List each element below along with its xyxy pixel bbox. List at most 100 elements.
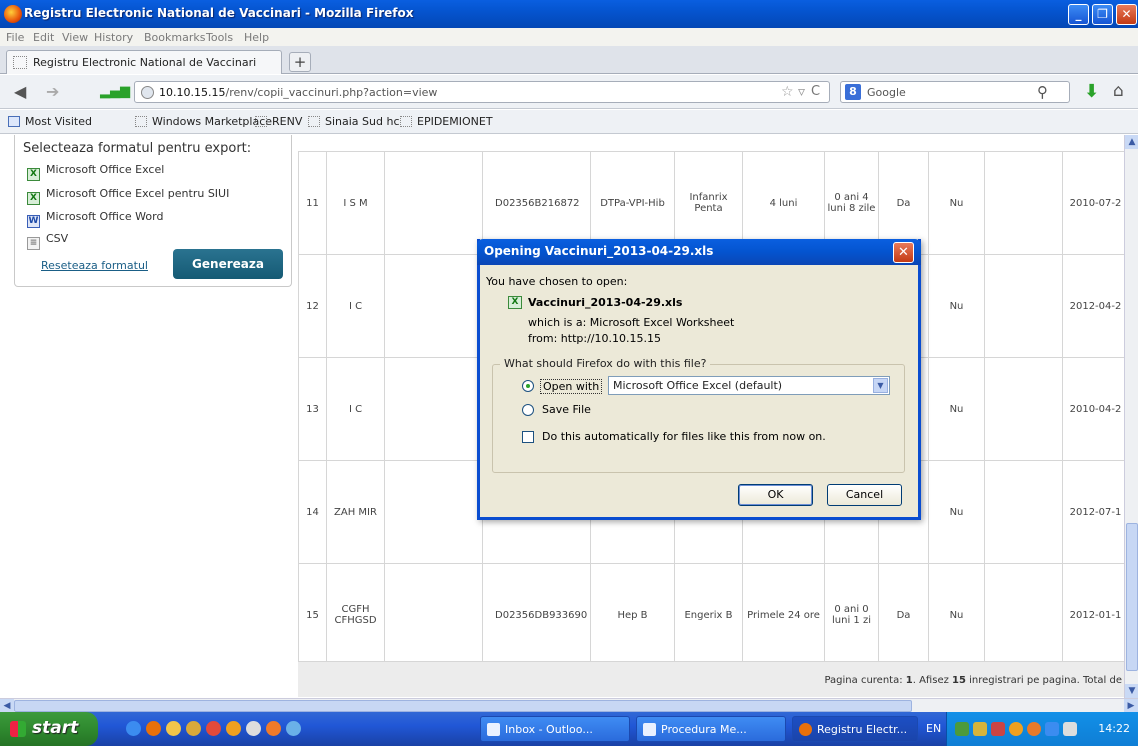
messenger-icon[interactable]	[226, 721, 241, 736]
taskbar-button-label: Inbox - Outloo...	[505, 723, 593, 736]
pager-page: 1	[905, 675, 913, 686]
export-option-word[interactable]: W Microsoft Office Word	[27, 210, 163, 228]
horizontal-scroll-thumb[interactable]	[14, 700, 912, 712]
download-dialog: Opening Vaccinuri_2013-04-29.xls ✕ You h…	[477, 239, 921, 520]
reload-icon[interactable]: C	[811, 84, 820, 99]
google-icon[interactable]: 8	[845, 84, 861, 100]
cancel-button[interactable]: Cancel	[827, 484, 902, 506]
table-cell-c2: Nu	[928, 254, 985, 358]
menu-help[interactable]: Help	[244, 31, 269, 44]
taskbar-button-outlook[interactable]: Inbox - Outloo...	[480, 716, 630, 742]
start-label: start	[32, 718, 79, 738]
menu-view[interactable]: View	[62, 31, 88, 44]
action-question: What should Firefox do with this file?	[500, 357, 711, 370]
language-indicator[interactable]: EN	[926, 712, 941, 746]
tab-active[interactable]: Registru Electronic National de Vaccinar…	[6, 50, 282, 74]
start-button[interactable]: start	[0, 712, 98, 746]
export-option-excel[interactable]: X Microsoft Office Excel	[27, 163, 164, 181]
tray-icon[interactable]	[1027, 722, 1041, 736]
ie-icon[interactable]	[126, 721, 141, 736]
bookmark-label: EPIDEMIONET	[417, 115, 493, 128]
tray-icon[interactable]	[1009, 722, 1023, 736]
menu-history[interactable]: History	[94, 31, 133, 44]
bookmark-renv[interactable]: RENV	[255, 115, 302, 128]
bookmark-icon	[400, 116, 412, 127]
vertical-scroll-thumb[interactable]	[1126, 523, 1138, 671]
navigation-bar: ◀ ➔ ▂▄▆ 10.10.15.15/renv/copii_vaccinuri…	[0, 75, 1138, 109]
media-icon[interactable]	[186, 721, 201, 736]
excel-file-icon: X	[508, 296, 522, 309]
table-cell-vaccine: Hep B	[590, 563, 675, 667]
pager-count: 15	[952, 675, 966, 686]
download-icon[interactable]: ⬇	[1084, 81, 1099, 102]
show-desktop-icon[interactable]	[286, 721, 301, 736]
auto-action-label[interactable]: Do this automatically for files like thi…	[542, 430, 826, 443]
table-cell-name: I C	[326, 254, 385, 358]
menu-tools[interactable]: Tools	[206, 31, 233, 44]
table-cell-age: 0 ani 0 luni 1 zi	[824, 563, 879, 667]
dialog-filename: Vaccinuri_2013-04-29.xls	[528, 296, 683, 309]
search-icon[interactable]: ⚲	[1037, 83, 1048, 101]
table-cell-product: Engerix B	[674, 563, 743, 667]
tray-icon[interactable]	[1045, 722, 1059, 736]
table-row[interactable]: 15 CGFH CFHGSD D02356DB933690 Hep B Engerix …	[298, 563, 1124, 667]
bookmark-sinaia-sud-hc[interactable]: Sinaia Sud hc	[308, 115, 400, 128]
volume-icon[interactable]	[1063, 722, 1077, 736]
menu-bookmarks[interactable]: Bookmarks	[144, 31, 205, 44]
bookmark-star-icon[interactable]: ☆ ▿	[781, 84, 805, 100]
taskbar-button-procedura[interactable]: Procedura Me...	[636, 716, 786, 742]
horizontal-scrollbar[interactable]: ◀ ▶	[0, 698, 1138, 713]
dialog-titlebar: Opening Vaccinuri_2013-04-29.xls ✕	[477, 239, 921, 265]
url-bar[interactable]: 10.10.15.15/renv/copii_vaccinuri.php?act…	[134, 81, 830, 103]
vertical-scrollbar[interactable]: ▲ ▼	[1124, 135, 1138, 698]
bookmarks-bar: Most Visited Windows Marketplace RENV Si…	[0, 110, 1138, 134]
taskbar-button-firefox[interactable]: Registru Electr...	[792, 716, 918, 742]
generate-button[interactable]: Genereaza	[173, 249, 283, 279]
bookmark-epidemionet[interactable]: EPIDEMIONET	[400, 115, 493, 128]
save-file-radio[interactable]	[522, 404, 534, 416]
save-file-label[interactable]: Save File	[542, 403, 591, 416]
export-option-excel-siui[interactable]: X Microsoft Office Excel pentru SIUI	[27, 187, 229, 205]
back-arrow-icon[interactable]: ◀	[14, 82, 26, 101]
open-with-radio[interactable]	[522, 380, 534, 392]
app-icon[interactable]	[246, 721, 261, 736]
bookmark-windows-marketplace[interactable]: Windows Marketplace	[135, 115, 272, 128]
firefox-icon	[4, 5, 22, 23]
export-option-label: Microsoft Office Excel	[46, 163, 165, 176]
ok-button[interactable]: OK	[738, 484, 813, 506]
chevron-down-icon[interactable]: ▼	[873, 378, 888, 393]
firefox-icon[interactable]	[146, 721, 161, 736]
app-icon[interactable]	[266, 721, 281, 736]
tray-icon[interactable]	[955, 722, 969, 736]
new-tab-button[interactable]: +	[289, 52, 311, 72]
menu-file[interactable]: File	[6, 31, 24, 44]
signal-bars-icon: ▂▄▆	[100, 84, 130, 99]
dialog-intro: You have chosen to open:	[486, 275, 628, 288]
menu-edit[interactable]: Edit	[33, 31, 54, 44]
open-with-label[interactable]: Open with	[540, 379, 603, 394]
scroll-right-icon[interactable]: ▶	[1124, 699, 1138, 713]
tray-icon[interactable]	[973, 722, 987, 736]
export-option-csv[interactable]: ≡ CSV	[27, 232, 68, 250]
scroll-left-icon[interactable]: ◀	[0, 699, 14, 713]
search-bar[interactable]: 8 Google ⚲	[840, 81, 1070, 103]
minimize-button[interactable]: _	[1068, 4, 1089, 25]
open-with-select[interactable]: Microsoft Office Excel (default) ▼	[608, 376, 890, 395]
scroll-down-icon[interactable]: ▼	[1125, 684, 1138, 698]
scroll-up-icon[interactable]: ▲	[1125, 135, 1138, 149]
table-cell-name: I S M	[326, 151, 385, 255]
maximize-button[interactable]: ❐	[1092, 4, 1113, 25]
url-text[interactable]: 10.10.15.15/renv/copii_vaccinuri.php?act…	[159, 86, 437, 99]
bookmark-most-visited[interactable]: Most Visited	[8, 115, 92, 128]
home-icon[interactable]: ⌂	[1113, 81, 1124, 101]
pager-suffix: inregistrari pe pagina. Total de	[965, 675, 1122, 686]
reset-format-link[interactable]: Reseteaza formatul	[41, 259, 148, 272]
forward-arrow-icon[interactable]: ➔	[46, 82, 59, 101]
tray-icon[interactable]	[991, 722, 1005, 736]
app-icon[interactable]	[206, 721, 221, 736]
close-window-button[interactable]: ✕	[1116, 4, 1137, 25]
bookmark-icon	[255, 116, 267, 127]
auto-action-checkbox[interactable]	[522, 431, 534, 443]
dialog-close-button[interactable]: ✕	[893, 242, 914, 263]
folder-icon[interactable]	[166, 721, 181, 736]
